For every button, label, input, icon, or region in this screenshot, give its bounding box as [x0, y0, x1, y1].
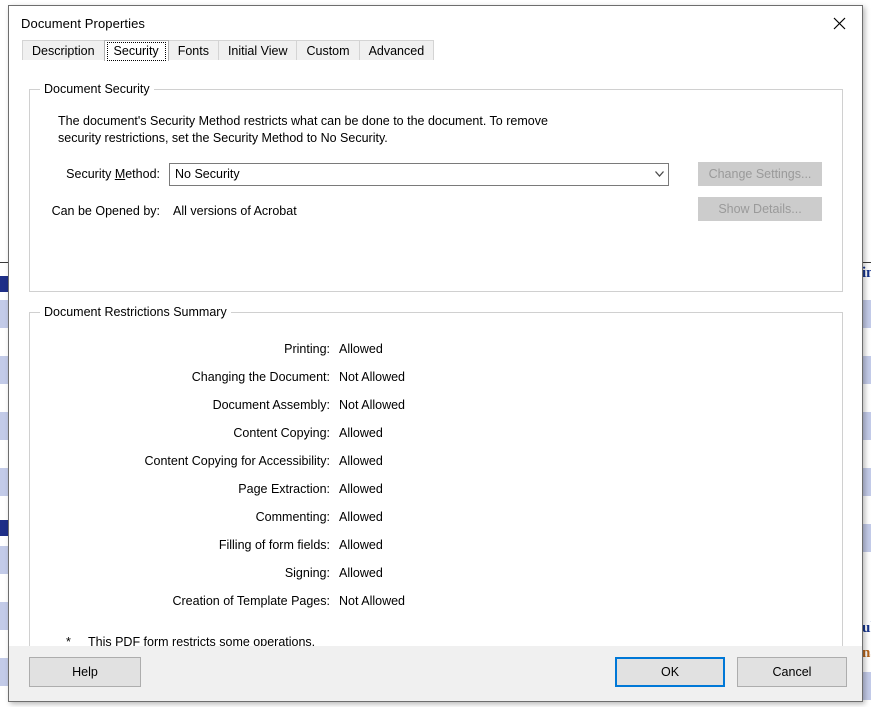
- restriction-row: Commenting: Allowed: [30, 503, 842, 531]
- security-description-line2: security restrictions, set the Security …: [58, 130, 548, 147]
- restriction-label: Page Extraction:: [30, 482, 330, 496]
- background-text-fragment: in: [862, 265, 871, 282]
- tab-custom[interactable]: Custom: [296, 40, 359, 61]
- tab-label: Custom: [306, 44, 349, 58]
- restriction-value: Allowed: [339, 510, 383, 524]
- chevron-down-icon[interactable]: [650, 164, 668, 185]
- restrictions-note: * This PDF form restricts some operation…: [66, 635, 315, 646]
- document-restrictions-group-title: Document Restrictions Summary: [40, 305, 231, 319]
- restriction-label: Document Assembly:: [30, 398, 330, 412]
- can-be-opened-by-value: All versions of Acrobat: [173, 204, 297, 218]
- dialog-title: Document Properties: [21, 16, 145, 31]
- restriction-value: Allowed: [339, 482, 383, 496]
- restriction-label: Printing:: [30, 342, 330, 356]
- security-method-select[interactable]: No Security: [169, 163, 669, 186]
- ok-button[interactable]: OK: [615, 657, 725, 687]
- background-stripe: [862, 524, 871, 552]
- dialog-titlebar: Document Properties: [9, 6, 862, 40]
- restriction-label: Content Copying:: [30, 426, 330, 440]
- restriction-row: Printing: Allowed: [30, 335, 842, 363]
- restriction-value: Not Allowed: [339, 398, 405, 412]
- restriction-row: Content Copying: Allowed: [30, 419, 842, 447]
- restriction-label: Commenting:: [30, 510, 330, 524]
- restrictions-note-marker: *: [66, 635, 88, 646]
- cancel-button[interactable]: Cancel: [737, 657, 847, 687]
- help-button[interactable]: Help: [29, 657, 141, 687]
- restriction-label: Changing the Document:: [30, 370, 330, 384]
- background-stripe: [862, 300, 871, 328]
- change-settings-label: Change Settings...: [709, 167, 812, 181]
- restriction-label: Signing:: [30, 566, 330, 580]
- restriction-value: Allowed: [339, 342, 383, 356]
- background-stripe: [862, 356, 871, 384]
- restriction-row: Changing the Document: Not Allowed: [30, 363, 842, 391]
- restriction-row: Page Extraction: Allowed: [30, 475, 842, 503]
- help-label: Help: [72, 665, 98, 679]
- background-text-fragment: uk: [862, 620, 871, 637]
- restriction-value: Allowed: [339, 426, 383, 440]
- background-stripe: [862, 412, 871, 440]
- restriction-row: Document Assembly: Not Allowed: [30, 391, 842, 419]
- can-be-opened-by-label: Can be Opened by:: [30, 204, 160, 218]
- security-description: The document's Security Method restricts…: [58, 113, 548, 147]
- restriction-label: Content Copying for Accessibility:: [30, 454, 330, 468]
- security-method-value: No Security: [170, 167, 240, 181]
- show-details-button[interactable]: Show Details...: [698, 197, 822, 221]
- security-tab-panel: Document Security The document's Securit…: [9, 61, 862, 646]
- document-security-group-title: Document Security: [40, 82, 154, 96]
- document-restrictions-group: Document Restrictions Summary Printing: …: [29, 312, 843, 646]
- restrictions-note-text: This PDF form restricts some operations.: [88, 635, 315, 646]
- restriction-row: Signing: Allowed: [30, 559, 842, 587]
- document-security-group: Document Security The document's Securit…: [29, 89, 843, 292]
- tab-label: Initial View: [228, 44, 288, 58]
- restriction-label: Filling of form fields:: [30, 538, 330, 552]
- document-properties-dialog: Document Properties Description Security…: [8, 5, 863, 702]
- restriction-value: Allowed: [339, 454, 383, 468]
- dialog-footer: Help OK Cancel: [9, 646, 862, 701]
- security-description-line1: The document's Security Method restricts…: [58, 113, 548, 130]
- restriction-value: Allowed: [339, 566, 383, 580]
- security-method-label: Security Method:: [30, 167, 160, 181]
- restriction-row: Creation of Template Pages: Not Allowed: [30, 587, 842, 615]
- restriction-value: Not Allowed: [339, 594, 405, 608]
- tab-initial-view[interactable]: Initial View: [218, 40, 298, 61]
- cancel-label: Cancel: [773, 665, 812, 679]
- background-stripe: [862, 672, 871, 700]
- background-rule: [862, 262, 871, 263]
- background-stripe: [862, 468, 871, 496]
- tab-security[interactable]: Security: [104, 40, 169, 61]
- restriction-value: Not Allowed: [339, 370, 405, 384]
- restriction-value: Allowed: [339, 538, 383, 552]
- tab-fonts[interactable]: Fonts: [168, 40, 219, 61]
- show-details-label: Show Details...: [718, 202, 801, 216]
- restriction-row: Filling of form fields: Allowed: [30, 531, 842, 559]
- close-icon[interactable]: [816, 6, 862, 40]
- background-text-fragment: na: [862, 645, 871, 662]
- tab-label: Advanced: [369, 44, 425, 58]
- restriction-label: Creation of Template Pages:: [30, 594, 330, 608]
- restriction-row: Content Copying for Accessibility: Allow…: [30, 447, 842, 475]
- change-settings-button[interactable]: Change Settings...: [698, 162, 822, 186]
- restrictions-list: Printing: Allowed Changing the Document:…: [30, 335, 842, 615]
- tab-description[interactable]: Description: [22, 40, 105, 61]
- tab-strip: Description Security Fonts Initial View …: [9, 40, 862, 61]
- tab-label: Security: [114, 44, 159, 58]
- tab-label: Fonts: [178, 44, 209, 58]
- ok-label: OK: [661, 665, 679, 679]
- tab-label: Description: [32, 44, 95, 58]
- tab-advanced[interactable]: Advanced: [359, 40, 435, 61]
